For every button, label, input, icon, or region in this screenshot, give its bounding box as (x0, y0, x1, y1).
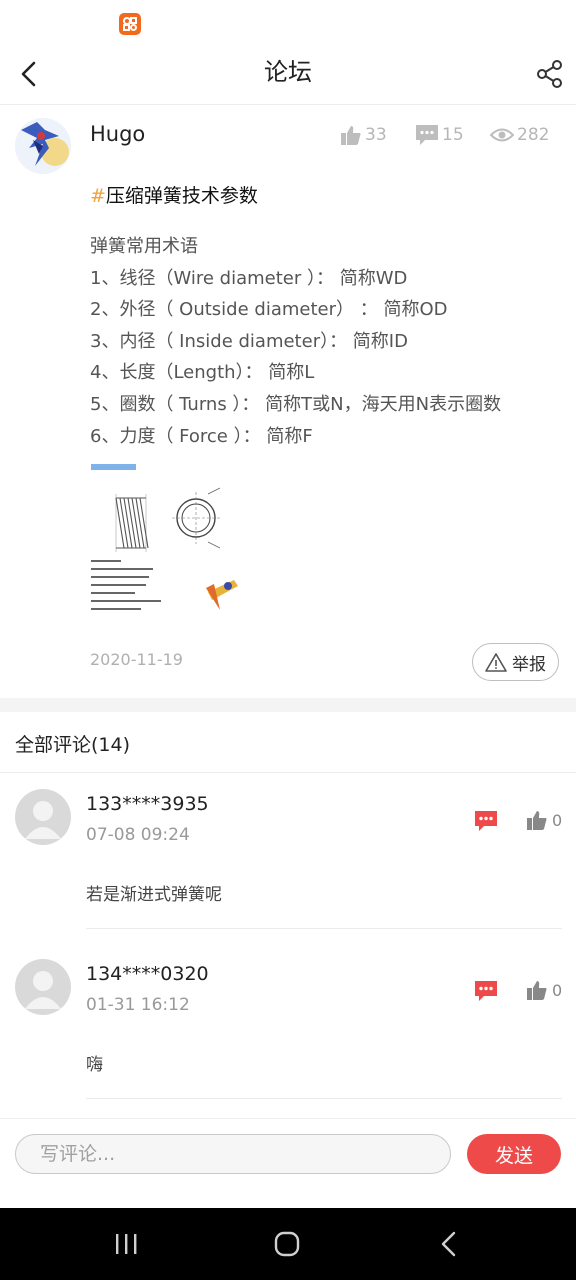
recent-apps-button[interactable] (113, 1232, 139, 1260)
top-app-bar: 论坛 (0, 44, 576, 105)
reply-button[interactable] (474, 979, 498, 1007)
post-body-line: 6、力度（ Force ）： 简称F (90, 426, 313, 447)
comment-text: 嗨 (86, 1055, 103, 1075)
post-date: 2020-11-19 (90, 650, 183, 669)
comment-like-button[interactable]: 0 (526, 809, 562, 831)
commenter-name[interactable]: 133****3935 (86, 793, 209, 815)
back-button[interactable] (14, 56, 50, 92)
divider (86, 1098, 562, 1099)
post-title-text: 压缩弹簧技术参数 (105, 185, 258, 207)
topic-hash: # (90, 185, 106, 207)
thumbs-up-icon (527, 811, 547, 830)
report-button[interactable]: 举报 (472, 643, 559, 681)
nav-back-button[interactable] (437, 1230, 461, 1262)
divider (86, 928, 562, 929)
comment-input[interactable] (15, 1134, 451, 1174)
comment-time: 07-08 09:24 (86, 825, 190, 845)
post-body-line: 2、外径（ Outside diameter） ： 简称OD (90, 299, 448, 320)
comment-like-count: 0 (552, 980, 563, 1000)
reply-icon (475, 811, 497, 831)
likes-count: 33 (365, 125, 387, 145)
commenter-name[interactable]: 134****0320 (86, 963, 209, 985)
home-icon (274, 1231, 300, 1257)
comments-count: 15 (442, 125, 464, 145)
comment-item: 134****0320 01-31 16:12 0 嗨 (0, 943, 576, 1099)
post-title: #压缩弹簧技术参数 (90, 181, 258, 208)
nav-back-icon (441, 1231, 456, 1257)
author-name[interactable]: Hugo (90, 122, 145, 146)
thumbs-up-icon (527, 981, 547, 1000)
status-bar (0, 0, 576, 44)
post-views: 282 (490, 123, 549, 147)
thumbs-up-icon (341, 126, 361, 145)
post-image-spring-diagram[interactable] (88, 460, 244, 616)
share-button[interactable] (532, 56, 568, 92)
section-divider (0, 698, 576, 712)
post-body-line: 3、内径（ Inside diameter）： 简称ID (90, 331, 408, 352)
home-button[interactable] (273, 1230, 301, 1262)
comment-input-bar: 发送 (0, 1118, 576, 1209)
comment-icon (416, 125, 438, 145)
app-notification-icon (119, 13, 141, 35)
post-body-line: 1、线径（Wire diameter ）： 简称WD (90, 268, 408, 289)
page-title: 论坛 (264, 58, 312, 86)
post-body-line: 弹簧常用术语 (90, 236, 198, 257)
comment-time: 01-31 16:12 (86, 995, 190, 1015)
comment-text: 若是渐进式弹簧呢 (86, 885, 222, 905)
send-button[interactable]: 发送 (467, 1134, 561, 1174)
post-body-line: 4、长度（Length）： 简称L (90, 362, 315, 383)
back-icon (21, 61, 36, 87)
share-icon (537, 60, 562, 88)
reply-icon (475, 981, 497, 1001)
author-avatar[interactable] (15, 118, 71, 174)
post-likes[interactable]: 33 (340, 123, 387, 147)
system-navigation-bar (0, 1208, 576, 1280)
commenter-avatar[interactable] (15, 959, 71, 1015)
report-label: 举报 (512, 654, 546, 675)
recent-apps-icon (116, 1234, 137, 1254)
post-comments-count[interactable]: 15 (415, 123, 464, 147)
post-body-line: 5、圈数（ Turns ）： 简称T或N，海天用N表示圈数 (90, 394, 502, 415)
commenter-avatar[interactable] (15, 789, 71, 845)
comment-like-count: 0 (552, 810, 563, 830)
reply-button[interactable] (474, 809, 498, 837)
comment-item: 133****3935 07-08 09:24 0 若是渐进式弹簧呢 (0, 773, 576, 929)
warning-icon (485, 653, 507, 672)
eye-icon (490, 128, 514, 142)
comments-section-title: 全部评论(14) (15, 734, 131, 756)
views-count: 282 (517, 125, 550, 145)
comment-like-button[interactable]: 0 (526, 979, 562, 1001)
